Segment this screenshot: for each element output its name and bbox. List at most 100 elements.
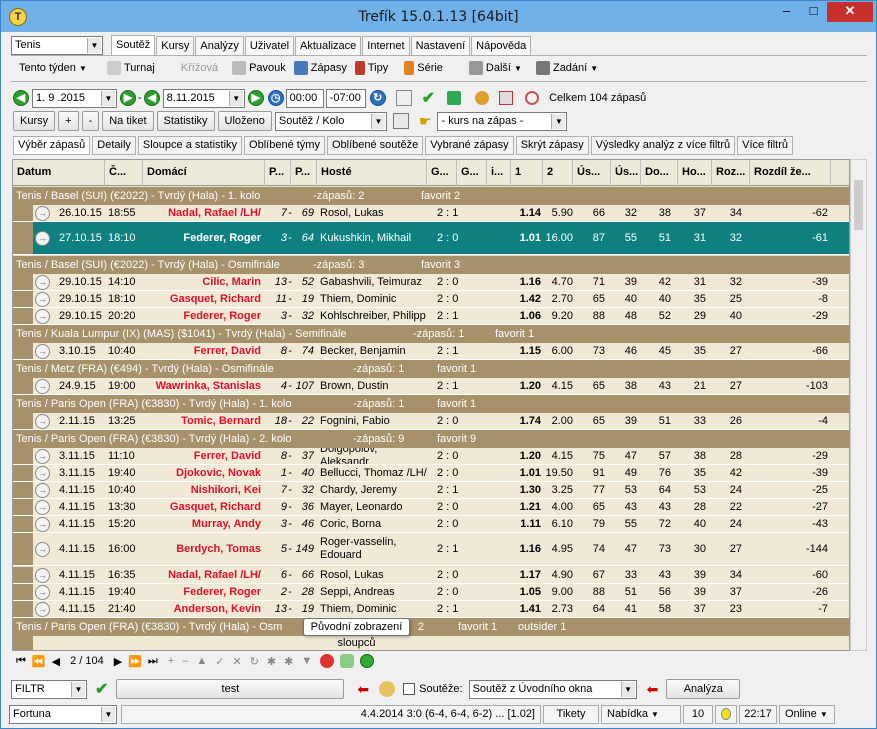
table-row[interactable]: → 3.11.15 11:10 Ferrer, David 8-37 Dolgopolov… (13, 448, 849, 465)
subtab-vice-filtru[interactable]: Více filtrů (737, 135, 794, 155)
next-record-icon[interactable]: ▶ (114, 655, 122, 668)
ulozeno-button[interactable]: Uloženo (217, 111, 272, 131)
first-record-icon[interactable]: ⏮ (16, 655, 26, 668)
souteze-select[interactable]: Soutěž z Úvodního okna ▼ (468, 679, 637, 699)
kursy-button[interactable]: Kursy (13, 111, 56, 131)
last-record-icon[interactable]: ⏭ (148, 655, 158, 668)
refresh-icon[interactable]: ↻ (369, 90, 386, 106)
table-row[interactable]: → 4.11.15 21:40 Anderson, Kevin 13-19 Thiem, … (13, 601, 849, 618)
row-expand-icon[interactable]: → (35, 414, 50, 429)
table-row[interactable]: → 3.10.15 10:40 Ferrer, David 8-74 Becker, Be… (13, 343, 849, 360)
group-header[interactable]: Tenis / Kuala Lumpur (IX) (MAS) ($1041) … (13, 325, 849, 343)
table-row[interactable]: → 29.10.15 14:10 Cilic, Marin 13-52 Gabashvil… (13, 274, 849, 291)
subtab-sloupce[interactable]: Sloupce a statistiky (137, 135, 243, 155)
table-row[interactable]: → 4.11.15 16:00 Berdych, Tomas 5-149 Roger-va… (13, 533, 849, 566)
column-header-roz[interactable]: Roz... (712, 160, 750, 186)
bookmaker-select[interactable]: Fortuna ▼ (9, 704, 117, 724)
clear-filter-icon[interactable] (320, 654, 335, 668)
tab-nastaveni[interactable]: Nastavení (410, 36, 471, 56)
table-row[interactable]: → 4.11.15 16:35 Nadal, Rafael /LH/6-66 Rosol… (13, 567, 849, 584)
group-header[interactable]: Tenis / Basel (SUI) (€2022) - Tvrdý (Hal… (13, 256, 849, 274)
analyza-button[interactable]: Analýza (666, 679, 741, 699)
vertical-scrollbar[interactable] (850, 159, 867, 651)
apply-check-icon[interactable]: ✔ (95, 679, 108, 699)
tab-napoveda[interactable]: Nápověda (471, 36, 532, 56)
table-row[interactable]: → 27.10.15 18:10 Federer, Roger 3-64 Kukushki… (13, 222, 849, 255)
row-expand-icon[interactable]: → (35, 206, 50, 221)
souteze-checkbox[interactable] (403, 683, 416, 695)
minimize-button[interactable]: – (773, 2, 800, 22)
table-row[interactable] (13, 636, 849, 650)
group-header[interactable]: Tenis / Paris Open (FRA) (€3830) - Tvrdý… (13, 618, 849, 636)
asterisk-alt-icon[interactable]: ✱ (284, 655, 293, 668)
maximize-button[interactable]: □ (800, 2, 827, 22)
kurs-select[interactable]: - kurs na zápas - ▼ (437, 111, 568, 131)
zoom-icon[interactable] (525, 91, 540, 105)
na-tiket-button[interactable]: Na tiket (102, 111, 154, 131)
row-expand-icon[interactable]: → (35, 344, 50, 359)
row-expand-icon[interactable]: → (35, 449, 50, 464)
online-dropdown[interactable]: Online ▼ (779, 704, 835, 724)
column-header-rozdil[interactable]: Rozdíl že... (750, 160, 831, 186)
report-icon[interactable] (499, 91, 514, 105)
row-expand-icon[interactable]: → (35, 542, 50, 557)
group-header[interactable]: Tenis / Metz (FRA) (€494) - Tvrdý (Hala)… (13, 360, 849, 378)
next-date-to-icon[interactable]: ▶ (247, 90, 264, 106)
table-row[interactable]: → 24.9.15 19:00 Wawrinka, Stanislas 4-107 Bro… (13, 378, 849, 395)
asterisk-icon[interactable]: ✱ (267, 655, 276, 668)
row-expand-icon[interactable]: → (35, 379, 50, 394)
row-expand-icon[interactable]: → (35, 466, 50, 481)
check-icon[interactable]: ✔ (422, 88, 435, 108)
excel-icon[interactable] (447, 91, 462, 105)
column-header-g2[interactable]: G... (457, 160, 487, 186)
row-expand-icon[interactable]: → (35, 585, 50, 600)
column-header-g1[interactable]: G... (427, 160, 457, 186)
close-button[interactable]: ✕ (827, 2, 873, 22)
post-icon[interactable]: ✓ (215, 655, 224, 668)
user-icon[interactable] (379, 681, 396, 697)
table-row[interactable]: → 26.10.15 18:55 Nadal, Rafael /LH/7-69 Roso… (13, 205, 849, 222)
nabidka-dropdown[interactable]: Nabídka ▼ (601, 704, 681, 724)
table-row[interactable]: → 29.10.15 18:10 Gasquet, Richard 11-19 Thiem… (13, 291, 849, 308)
refresh-icon[interactable]: ↻ (250, 655, 259, 668)
tab-kursy[interactable]: Kursy (156, 36, 195, 56)
column-header-ho[interactable]: Ho... (678, 160, 712, 186)
column-header-kurs2[interactable]: 2 (543, 160, 573, 186)
filter-icon[interactable]: ▼ (301, 655, 312, 667)
krizova-button[interactable]: Křížová (177, 57, 222, 79)
column-header-i[interactable]: i... (487, 160, 511, 186)
prev-record-icon[interactable]: ◀ (52, 655, 60, 668)
subtab-oblibene-tymy[interactable]: Oblíbené týmy (244, 135, 325, 155)
prev-page-icon[interactable]: ⏪ (32, 655, 46, 668)
tab-aktualizace[interactable]: Aktualizace (295, 36, 362, 56)
time-to-field[interactable]: -07:00 (325, 88, 366, 108)
test-button[interactable]: test (116, 679, 345, 699)
column-header-cislo[interactable]: Č... (105, 160, 143, 186)
minus-button[interactable]: - (81, 111, 100, 131)
table-row[interactable]: → 4.11.15 15:20 Murray, Andy 3-46 Coric, Born… (13, 516, 849, 533)
sport-select[interactable]: Tenis ▼ (11, 35, 103, 55)
table-row[interactable]: → 4.11.15 13:30 Gasquet, Richard 9-36 Mayer, … (13, 499, 849, 516)
table-row[interactable]: → 29.10.15 20:20 Federer, Roger 3-32 Kohlschr… (13, 308, 849, 325)
export-icon[interactable] (395, 90, 412, 106)
serie-button[interactable]: Série (400, 57, 447, 79)
tikety-button[interactable]: Tikety (543, 704, 599, 724)
column-header-kurs1[interactable]: 1 (511, 160, 543, 186)
column-header-p2[interactable]: P... (291, 160, 317, 186)
subtab-vyber[interactable]: Výběr zápasů (13, 135, 91, 155)
tab-soutez[interactable]: Soutěž (111, 35, 156, 56)
table-row[interactable]: → 4.11.15 19:40 Federer, Roger 2-28 Seppi, An… (13, 584, 849, 601)
clock-icon[interactable]: ◷ (267, 90, 284, 106)
zadani-button[interactable]: Zadání ▼ (532, 57, 602, 79)
zapasy-button[interactable]: Zápasy (290, 57, 351, 79)
period-dropdown[interactable]: Tento týden ▼ (15, 57, 103, 79)
subtab-vybrane[interactable]: Vybrané zápasy (425, 135, 514, 155)
prev-date-icon[interactable]: ◀ (13, 90, 29, 106)
column-header-datum[interactable]: Datum (13, 160, 105, 186)
column-header-us2[interactable]: Ús... (611, 160, 641, 186)
row-expand-icon[interactable]: → (35, 500, 50, 515)
cancel-edit-icon[interactable]: ✕ (232, 655, 241, 668)
row-expand-icon[interactable]: → (35, 483, 50, 498)
row-expand-icon[interactable]: → (35, 602, 50, 617)
column-header-do[interactable]: Do... (641, 160, 678, 186)
